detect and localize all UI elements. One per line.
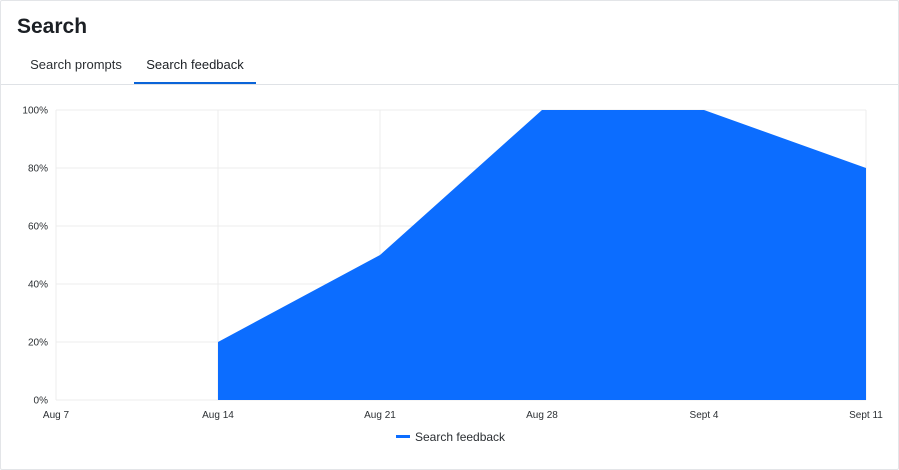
x-tick-label: Aug 7: [43, 410, 70, 421]
page-title: Search: [17, 15, 88, 38]
tab-search-prompts[interactable]: Search prompts: [19, 51, 133, 82]
x-axis-ticks: Aug 7 Aug 14 Aug 21 Aug 28 Sept 4 Sept 11: [43, 410, 883, 421]
y-tick-label: 100%: [22, 106, 48, 117]
y-tick-label: 40%: [28, 280, 48, 291]
legend-label: Search feedback: [415, 430, 506, 444]
y-tick-label: 60%: [28, 222, 48, 233]
chart-card: Search Search prompts Search feedback 0%…: [0, 0, 899, 470]
x-tick-label: Aug 21: [364, 410, 396, 421]
series-area-search-feedback[interactable]: [218, 110, 866, 400]
y-tick-label: 0%: [34, 396, 49, 407]
area-chart: 0%20%40%60%80%100% Aug 7 Aug 14 Aug 21 Aug …: [22, 106, 883, 445]
tab-search-feedback[interactable]: Search feedback: [134, 51, 256, 84]
series-area-layer: [218, 110, 866, 400]
x-tick-label: Sept 11: [849, 410, 883, 421]
x-tick-label: Aug 28: [526, 410, 558, 421]
y-tick-label: 80%: [28, 164, 48, 175]
x-tick-label: Sept 4: [690, 410, 719, 421]
x-tick-label: Aug 14: [202, 410, 234, 421]
y-axis-ticks: 0% 20% 40% 60% 80% 100%: [22, 106, 48, 407]
legend[interactable]: Search feedback: [396, 430, 506, 444]
legend-swatch: [396, 435, 410, 438]
y-tick-label: 20%: [28, 338, 48, 349]
tab-bar: Search prompts Search feedback: [1, 51, 898, 85]
